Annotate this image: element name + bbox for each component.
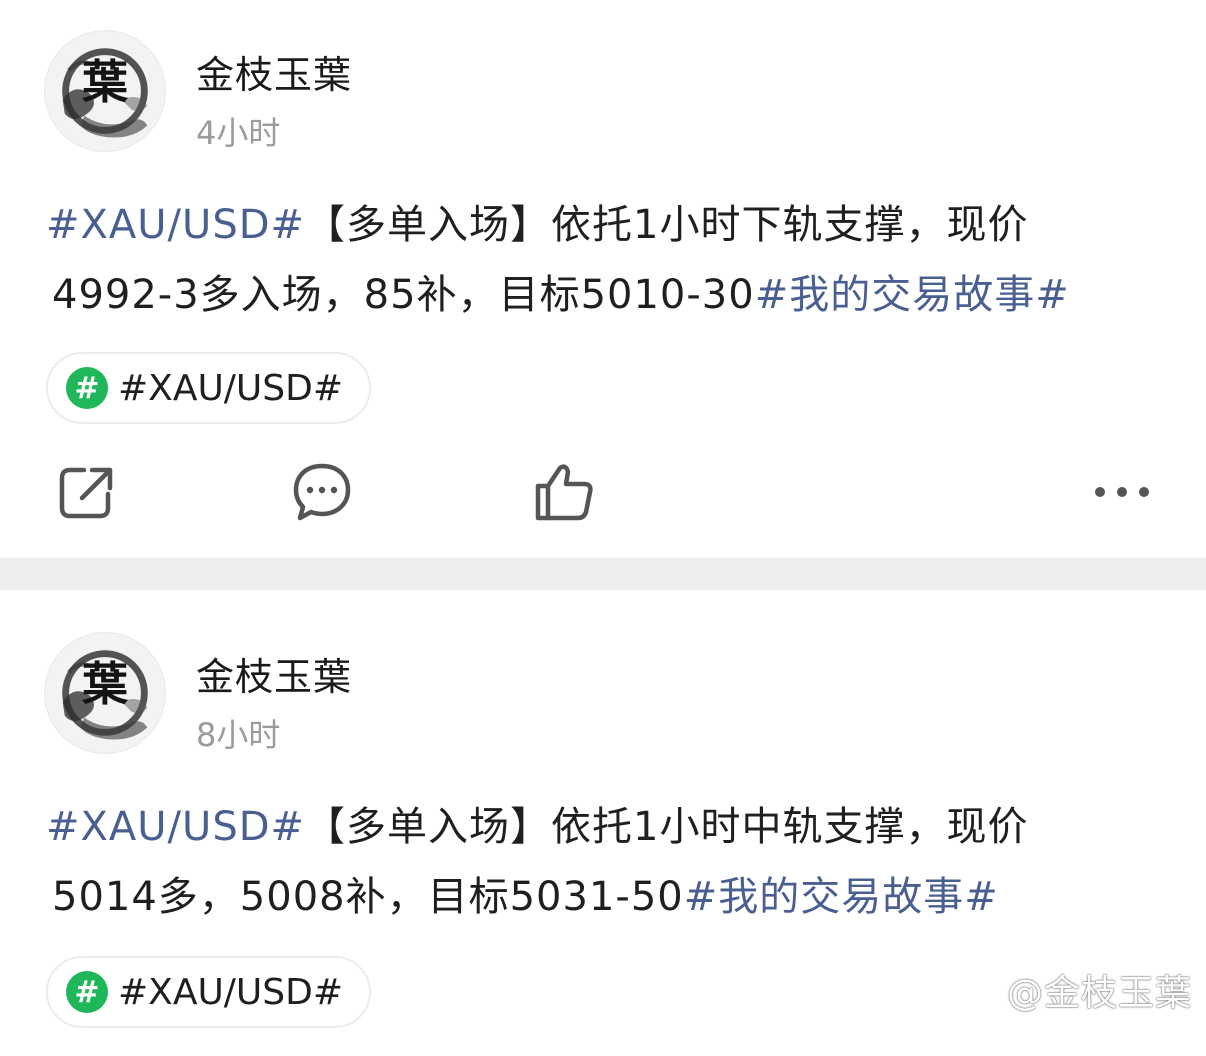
- post-separator: [0, 558, 1206, 590]
- topic-chip[interactable]: # #XAU/USD#: [46, 956, 372, 1028]
- hashtag-icon: #: [66, 367, 108, 409]
- avatar[interactable]: 葉: [44, 30, 166, 152]
- hashtag-link[interactable]: #我的交易故事#: [755, 272, 1070, 318]
- post-text: 4992-3多入场，85补，目标5010-30: [52, 272, 755, 318]
- more-icon[interactable]: [1090, 460, 1154, 524]
- author-name[interactable]: 金枝玉葉: [196, 646, 352, 701]
- post-time: 4小时: [196, 114, 281, 152]
- hashtag-link[interactable]: #XAU/USD#: [46, 202, 305, 248]
- like-icon[interactable]: [532, 460, 596, 524]
- topic-chip[interactable]: # #XAU/USD#: [46, 352, 372, 424]
- post-text: 5014多，5008补，目标5031-50: [52, 874, 684, 920]
- avatar-character: 葉: [82, 657, 128, 711]
- topic-label: #XAU/USD#: [118, 971, 344, 1013]
- avatar-character: 葉: [82, 55, 128, 109]
- avatar[interactable]: 葉: [44, 632, 166, 754]
- topic-label: #XAU/USD#: [118, 367, 344, 409]
- watermark: @金枝玉葉: [1006, 973, 1192, 1014]
- hashtag-icon: #: [66, 971, 108, 1013]
- hashtag-link[interactable]: #我的交易故事#: [684, 874, 999, 920]
- post-text: 【多单入场】依托1小时下轨支撑，现价: [305, 202, 1029, 248]
- hashtag-link[interactable]: #XAU/USD#: [46, 804, 305, 850]
- post-content[interactable]: #XAU/USD#【多单入场】依托1小时下轨支撑，现价 4992-3多入场，85…: [46, 190, 1156, 330]
- share-icon[interactable]: [54, 460, 118, 524]
- post-card[interactable]: 葉 金枝玉葉 4小时 #XAU/USD#【多单入场】依托1小时下轨支撑，现价 4…: [0, 0, 1206, 558]
- author-name[interactable]: 金枝玉葉: [196, 44, 352, 99]
- post-time: 8小时: [196, 716, 281, 754]
- comment-icon[interactable]: [290, 460, 354, 524]
- post-text: 【多单入场】依托1小时中轨支撑，现价: [305, 804, 1029, 850]
- action-bar: [0, 460, 1206, 530]
- post-content[interactable]: #XAU/USD#【多单入场】依托1小时中轨支撑，现价 5014多，5008补，…: [46, 792, 1156, 932]
